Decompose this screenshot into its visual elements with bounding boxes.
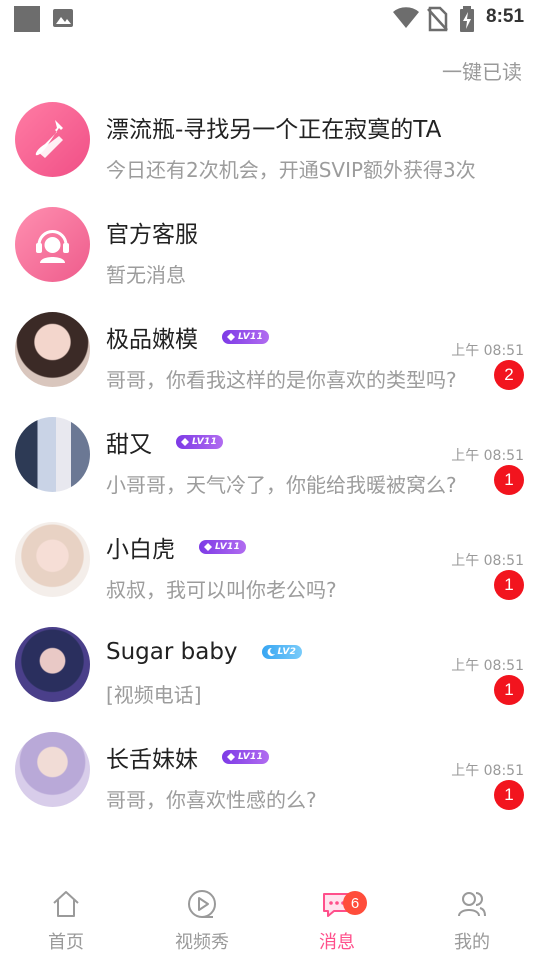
conversation-list: 漂流瓶-寻找另一个正在寂寞的TA 今日还有2次机会，开通SVIP额外获得3次 官… [0,92,540,827]
conversation-preview: 暂无消息 [106,263,186,287]
tab-profile[interactable]: 我的 [422,880,522,960]
unread-badge: 1 [494,780,524,810]
conversation-title: 长舌妹妹 [106,747,198,773]
customer-service-icon [15,207,90,282]
tab-label: 视频秀 [175,932,229,953]
video-play-icon [188,890,216,918]
conversation-item[interactable]: 长舌妹妹 LV11 哥哥，你喜欢性感的么? 上午 08:51 1 [0,722,540,827]
tab-messages[interactable]: 6 消息 [287,880,387,960]
avatar [15,417,90,492]
tab-label: 首页 [48,932,84,953]
level-icon [227,333,235,341]
level-icon [181,438,189,446]
app-notification-icon [14,6,40,32]
conversation-time: 上午 08:51 [451,658,524,674]
avatar [15,312,90,387]
tab-label: 我的 [454,932,490,953]
conversation-title: 极品嫩模 [106,327,198,353]
tab-label: 消息 [319,932,355,953]
conversation-item[interactable]: 甜又 LV11 小哥哥，天气冷了，你能给我暖被窝么? 上午 08:51 1 [0,407,540,512]
conversation-item-customer-service[interactable]: 官方客服 暂无消息 [0,197,540,302]
unread-badge: 1 [494,570,524,600]
moon-icon [267,647,275,656]
conversation-preview: 小哥哥，天气冷了，你能给我暖被窝么? [106,473,457,497]
conversation-time: 上午 08:51 [451,553,524,569]
status-bar: 8:51 [0,0,540,36]
conversation-title: Sugar baby [106,639,238,665]
drift-bottle-icon [15,102,90,177]
home-icon [53,891,79,917]
battery-charging-icon [460,6,474,32]
conversation-preview: 叔叔，我可以叫你老公吗? [106,578,337,602]
level-badge: LV2 [261,645,303,659]
conversation-preview: 今日还有2次机会，开通SVIP额外获得3次 [106,158,476,182]
level-icon [204,543,212,551]
avatar [15,627,90,702]
unread-badge: 1 [494,465,524,495]
conversation-time: 上午 08:51 [451,763,524,779]
bottom-tab-bar: 首页 视频秀 6 消息 我的 [0,880,540,960]
conversation-item[interactable]: Sugar baby LV2 [视频电话] 上午 08:51 1 [0,617,540,722]
conversation-preview: [视频电话] [106,683,202,707]
profile-icon [458,892,486,917]
avatar [15,522,90,597]
conversation-item-drift-bottle[interactable]: 漂流瓶-寻找另一个正在寂寞的TA 今日还有2次机会，开通SVIP额外获得3次 [0,92,540,197]
status-time: 8:51 [486,6,525,27]
conversation-title: 小白虎 [106,537,175,563]
tab-video[interactable]: 视频秀 [152,880,252,960]
conversation-preview: 哥哥，你看我这样的是你喜欢的类型吗? [106,368,457,392]
conversation-title: 官方客服 [106,222,198,248]
level-badge: LV11 [199,540,247,554]
mark-all-read-button[interactable]: 一键已读 [442,56,522,85]
avatar [15,732,90,807]
conversation-preview: 哥哥，你喜欢性感的么? [106,788,317,812]
image-notification-icon [53,9,73,27]
conversation-title: 漂流瓶-寻找另一个正在寂寞的TA [106,117,442,143]
tab-unread-badge: 6 [343,891,367,915]
tab-home[interactable]: 首页 [16,880,116,960]
unread-badge: 1 [494,675,524,705]
no-sim-icon [427,6,448,32]
conversation-item[interactable]: 小白虎 LV11 叔叔，我可以叫你老公吗? 上午 08:51 1 [0,512,540,617]
wifi-icon [393,7,419,28]
conversation-item[interactable]: 极品嫩模 LV11 哥哥，你看我这样的是你喜欢的类型吗? 上午 08:51 2 [0,302,540,407]
level-badge: LV11 [176,435,224,449]
level-badge: LV11 [222,330,270,344]
level-icon [227,753,235,761]
level-badge: LV11 [222,750,270,764]
conversation-time: 上午 08:51 [451,343,524,359]
conversation-time: 上午 08:51 [451,448,524,464]
conversation-title: 甜又 [106,432,152,458]
unread-badge: 2 [494,360,524,390]
